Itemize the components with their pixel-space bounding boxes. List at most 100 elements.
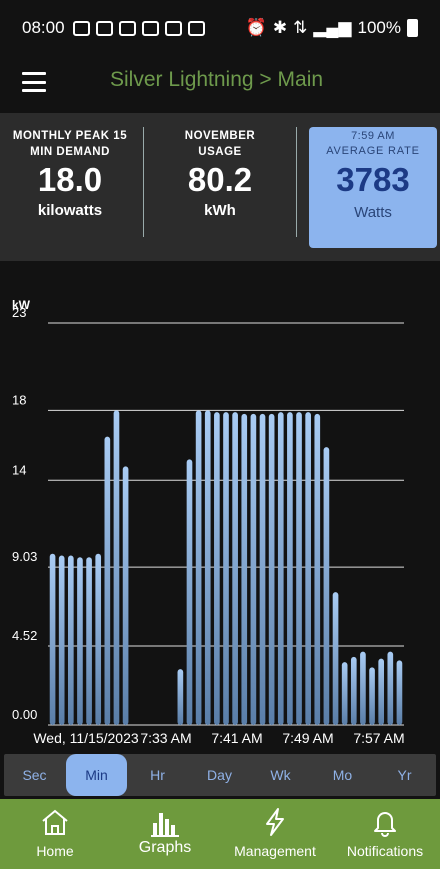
chart-bar [305, 412, 311, 725]
peak-demand-unit: kilowatts [37, 202, 103, 219]
y-tick-label: 14 [12, 462, 26, 477]
nav-management-label: Management [234, 843, 316, 859]
stats-panel: MONTHLY PEAK 15 MIN DEMAND 18.0 kilowatt… [0, 113, 440, 261]
chart-bar [250, 413, 257, 725]
usage-label-2: USAGE [198, 146, 242, 158]
average-rate-time: 7:59 AM [351, 130, 395, 142]
chart-bar [77, 557, 83, 725]
tab-wk[interactable]: Wk [250, 754, 311, 796]
chart-bar [177, 669, 184, 725]
chart-bar [223, 412, 229, 725]
average-rate-unit: Watts [354, 204, 392, 221]
status-system-icons: ⏰ ✱ ⇅ ▂▄▆ 100% [246, 18, 418, 38]
usage-stat: NOVEMBER USAGE 80.2 kWh [150, 113, 290, 261]
y-tick-label: 0.00 [12, 707, 37, 722]
tab-hr[interactable]: Hr [127, 754, 188, 796]
stats-divider [143, 127, 144, 237]
chart-bar [314, 413, 321, 725]
chart-bar [387, 651, 394, 725]
chart-bar [214, 412, 220, 725]
peak-demand-value: 18.0 [37, 161, 103, 198]
chart-bar [122, 466, 129, 725]
chart-bar [268, 413, 275, 725]
youtube-icon [95, 20, 113, 36]
y-tick-label: 4.52 [12, 628, 37, 643]
y-tick-label: 18 [12, 392, 26, 407]
chart-bar [67, 555, 74, 725]
bluetooth-icon: ✱ [272, 18, 288, 37]
chart-bar [396, 660, 403, 725]
battery-percent: 100% [357, 18, 401, 37]
power-chart[interactable]: kW 23 18 14 9.03 4.52 0.00 Wed, 11/15/2023 7:33 … [0, 262, 440, 754]
nav-home-label: Home [36, 843, 74, 859]
peak-demand-stat: MONTHLY PEAK 15 MIN DEMAND 18.0 kilowatt… [0, 113, 140, 261]
nav-notifications[interactable]: Notifications [338, 799, 432, 869]
app-title: Silver Lightning > Main [110, 68, 324, 91]
chart-bar [277, 412, 284, 725]
chart-bar [360, 651, 366, 725]
peak-demand-label-1: MONTHLY PEAK 15 [12, 130, 128, 142]
app-bar: Silver Lightning > Main [0, 56, 440, 112]
data-icon: ⇅ [293, 18, 308, 37]
nav-home[interactable]: Home [14, 799, 96, 869]
y-tick-label: 23 [12, 305, 26, 320]
chart-bar [95, 553, 102, 725]
status-bar: 08:00 ⏰ ✱ ⇅ ▂▄▆ 100% [0, 0, 440, 56]
x-tick-label: 7:41 AM [211, 730, 262, 746]
x-tick-label: 7:33 AM [140, 730, 191, 746]
chart-bar [323, 447, 330, 725]
nav-graphs-label: Graphs [138, 839, 192, 856]
usage-value: 80.2 [187, 161, 253, 198]
y-tick-label: 9.03 [12, 549, 37, 564]
nav-graphs[interactable]: Graphs [124, 799, 206, 869]
tab-min[interactable]: Min [66, 754, 127, 796]
chart-bar [113, 410, 120, 725]
chart-bar [86, 557, 92, 725]
chart-bar [204, 410, 211, 725]
chart-svg: kW2318149.034.520.00Wed, 11/15/2023 7:33 … [12, 298, 405, 746]
stats-divider [296, 127, 297, 237]
tab-day[interactable]: Day [189, 754, 250, 796]
tab-sec[interactable]: Sec [4, 754, 65, 796]
bar-chart-icon [151, 813, 179, 837]
nav-management[interactable]: Management [228, 799, 322, 869]
bell-icon [374, 812, 396, 837]
chart-bar [332, 592, 339, 725]
gallery-icon [141, 20, 159, 36]
chart-bar [287, 412, 293, 725]
menu-icon[interactable] [22, 72, 46, 92]
chart-bar [186, 459, 193, 725]
home-icon [42, 809, 68, 835]
chart-bar [350, 656, 357, 725]
chart-bar [341, 662, 348, 725]
clipboard-icon [164, 20, 182, 36]
period-tabs: Sec Min Hr Day Wk Mo Yr [4, 754, 436, 796]
lightning-icon [266, 808, 284, 836]
x-tick-label: 7:57 AM [353, 730, 404, 746]
chart-bar [195, 410, 202, 725]
tab-mo[interactable]: Mo [312, 754, 373, 796]
key-icon [187, 20, 205, 36]
chart-bar [369, 667, 375, 725]
usage-unit: kWh [204, 202, 236, 219]
ford-app-icon [72, 20, 90, 36]
instagram-icon [118, 20, 136, 36]
average-rate-label: AVERAGE RATE [326, 145, 420, 157]
bottom-navigation: Home Graphs Management Notifications [0, 799, 440, 869]
signal-icon: ▂▄▆ [313, 18, 352, 37]
average-rate-card[interactable]: 7:59 AM AVERAGE RATE 3783 Watts [309, 127, 437, 248]
chart-bar [241, 413, 248, 725]
usage-label-1: NOVEMBER [184, 130, 256, 142]
chart-bar [259, 413, 266, 725]
x-tick-label: Wed, 11/15/2023 [33, 730, 139, 746]
chart-bar [296, 412, 302, 725]
chart-bar [104, 436, 111, 725]
battery-icon [407, 19, 418, 37]
status-notification-icons [72, 20, 205, 36]
peak-demand-label-2: MIN DEMAND [30, 146, 110, 158]
x-tick-label: 7:49 AM [282, 730, 333, 746]
tab-yr[interactable]: Yr [374, 754, 435, 796]
average-rate-value: 3783 [336, 161, 410, 198]
chart-bar [232, 412, 238, 725]
nav-notifications-label: Notifications [346, 843, 424, 859]
